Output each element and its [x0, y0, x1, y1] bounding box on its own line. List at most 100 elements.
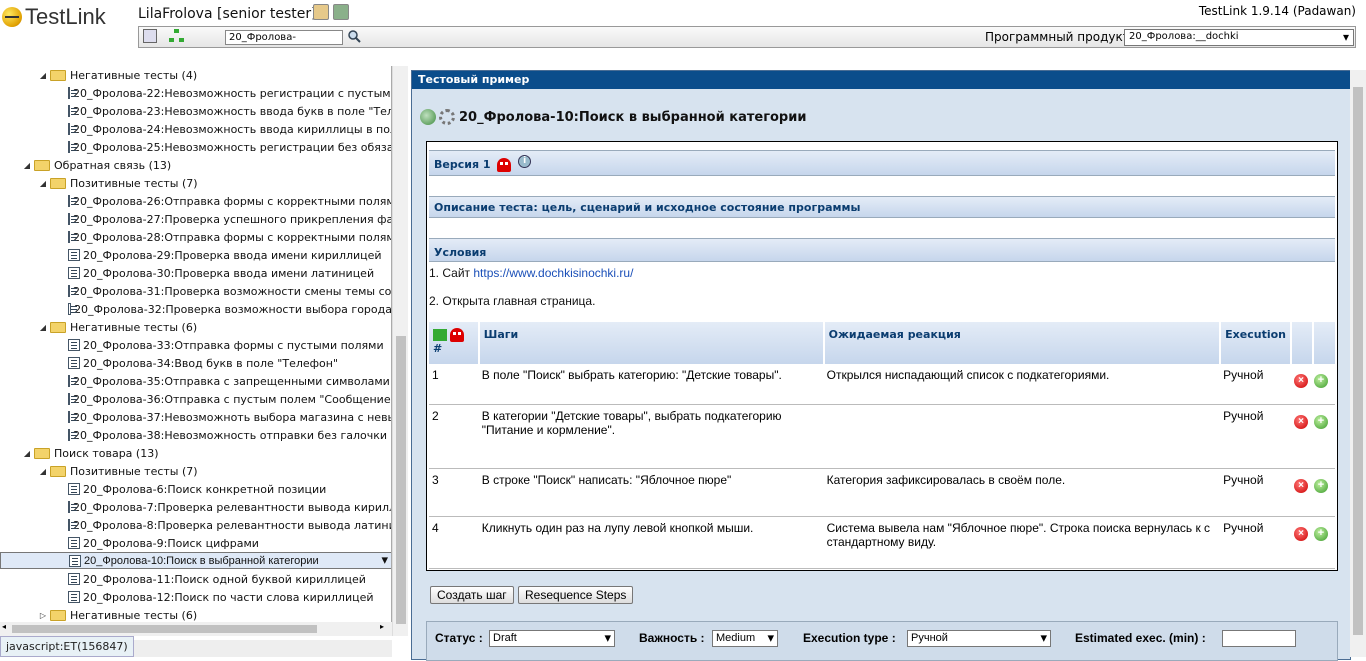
insert-step-icon[interactable]: +	[1314, 526, 1329, 541]
tree-testcase-label: 20_Фролова-26:Отправка формы с корректны…	[73, 194, 392, 208]
insert-step-icon[interactable]: +	[1314, 374, 1329, 388]
delete-step-icon[interactable]: ×	[1294, 414, 1309, 429]
tree-testcase-label: 20_Фролова-6:Поиск конкретной позиции	[83, 482, 327, 496]
execution-type-label: Execution type :	[803, 631, 896, 645]
expand-arrow-icon[interactable]: ◢	[22, 161, 32, 170]
tree-testcase[interactable]: 20_Фролова-33:Отправка формы с пустыми п…	[0, 336, 391, 354]
step-number: 2	[429, 404, 479, 469]
step-expected: Открылся ниспадающий список с подкатегор…	[823, 364, 1221, 405]
tree-folder-label: Позитивные тесты (7)	[70, 464, 198, 478]
info-icon[interactable]: i	[518, 154, 532, 168]
tree-testcase[interactable]: 20_Фролова-12:Поиск по части слова кирил…	[0, 588, 391, 606]
importance-select[interactable]: Medium	[712, 630, 778, 647]
tree-testcase[interactable]: 20_Фролова-29:Проверка ввода имени кирил…	[0, 246, 391, 264]
testcase-icon	[68, 141, 77, 153]
expand-arrow-icon[interactable]: ◢	[22, 449, 32, 458]
tree-testcase[interactable]: 20_Фролова-34:Ввод букв в поле "Телефон"	[0, 354, 391, 372]
site-link[interactable]: https://www.dochkisinochki.ru/	[473, 266, 633, 280]
testcase-icon	[68, 483, 80, 495]
tree-testcase[interactable]: 20_Фролова-9:Поиск цифрами	[0, 534, 391, 552]
ghost-icon[interactable]	[497, 158, 512, 172]
testcase-panel: Тестовый пример 20_Фролова-10:Поиск в вы…	[411, 70, 1351, 661]
folder-icon	[34, 447, 50, 459]
tree-testcase[interactable]: 20_Фролова-30:Проверка ввода имени латин…	[0, 264, 391, 282]
tree-vertical-scrollbar[interactable]	[392, 66, 408, 636]
tree-folder[interactable]: ◢ Негативные тесты (4)	[38, 66, 197, 84]
tree-testcase[interactable]: 20_Фролова-22:Невозможность регистрации …	[0, 84, 391, 102]
resequence-steps-button[interactable]: Resequence Steps	[518, 586, 634, 604]
tree-testcase-label: 20_Фролова-25:Невозможность регистрации …	[73, 140, 392, 154]
version-label: Версия 1	[434, 158, 491, 171]
tree-testcase-label: 20_Фролова-11:Поиск одной буквой кирилли…	[83, 572, 366, 586]
product-select[interactable]: 20_Фролова:__dochki	[1124, 29, 1354, 46]
execution-history-icon[interactable]	[420, 109, 436, 125]
testcase-icon	[68, 591, 80, 603]
status-select[interactable]: Draft	[489, 630, 615, 647]
tree-testcase[interactable]: 20_Фролова-28:Отправка формы с корректны…	[0, 228, 392, 246]
tree-testcase[interactable]: 20_Фролова-24:Невозможность ввода кирилл…	[0, 120, 391, 138]
logo-icon	[2, 7, 22, 27]
insert-step-icon[interactable]: +	[1314, 478, 1329, 493]
tree-testcase[interactable]: 20_Фролова-25:Невозможность регистрации …	[0, 138, 392, 156]
tree-testcase[interactable]: 20_Фролова-31:Проверка возможности смены…	[0, 282, 392, 300]
tree-testcase[interactable]: 20_Фролова-27:Проверка успешного прикреп…	[0, 210, 392, 228]
tree-testcase[interactable]: 20_Фролова-8:Проверка релевантности выво…	[0, 516, 391, 534]
tree-testcase-label: 20_Фролова-33:Отправка формы с пустыми п…	[83, 338, 384, 352]
expand-arrow-icon[interactable]: ◢	[38, 71, 48, 80]
expand-arrow-icon[interactable]: ◢	[38, 467, 48, 476]
testcase-icon	[68, 375, 77, 387]
col-number: #	[429, 322, 480, 364]
insert-step-icon[interactable]: +	[1314, 414, 1329, 429]
tree-testcase[interactable]: 20_Фролова-7:Проверка релевантности выво…	[0, 498, 391, 516]
tree-horizontal-scrollbar[interactable]: ◂ ▸	[0, 622, 392, 636]
search-icon[interactable]	[347, 29, 361, 43]
tree-folder[interactable]: ◢ Поиск товара (13)	[22, 444, 159, 462]
tree-folder[interactable]: ◢ Обратная связь (13)	[22, 156, 171, 174]
delete-step-icon[interactable]: ×	[1294, 478, 1309, 493]
execution-type-select[interactable]: Ручной	[907, 630, 1051, 647]
folder-icon	[50, 465, 66, 477]
tree-folder[interactable]: ◢ Позитивные тесты (7)	[38, 462, 198, 480]
home-icon[interactable]	[143, 29, 157, 43]
tree-testcase-label: 20_Фролова-27:Проверка успешного прикреп…	[73, 212, 392, 226]
tree-testcase[interactable]: 20_Фролова-32:Проверка возможности выбор…	[0, 300, 391, 318]
step-row: 2В категории "Детские товары", выбрать п…	[429, 404, 1335, 469]
tree-testcase-label: 20_Фролова-34:Ввод букв в поле "Телефон"	[83, 356, 339, 370]
tree-testcase[interactable]: 20_Фролова-35:Отправка с запрещенными си…	[0, 372, 391, 390]
tree-testcase[interactable]: 20_Фролова-23:Невозможность ввода букв в…	[0, 102, 391, 120]
tree-testcase[interactable]: 20_Фролова-37:Невозможнoть выбора магази…	[0, 408, 391, 426]
tree-testcase[interactable]: 20_Фролова-36:Отправка с пустым полем "С…	[0, 390, 392, 408]
tree-folder[interactable]: ◢ Негативные тесты (6)	[38, 318, 197, 336]
expand-arrow-icon[interactable]: ◢	[38, 179, 48, 188]
estimated-exec-input[interactable]	[1222, 630, 1296, 647]
tree-testcase-label: 20_Фролова-9:Поиск цифрами	[83, 536, 259, 550]
tree-testcase[interactable]: 20_Фролова-11:Поиск одной буквой кирилли…	[0, 570, 391, 588]
expand-arrow-icon[interactable]: ◢	[38, 323, 48, 332]
testcase-search-input[interactable]	[225, 30, 343, 45]
tree-folder-label: Негативные тесты (6)	[70, 320, 198, 334]
create-step-button[interactable]: Создать шаг	[430, 586, 514, 604]
tree-testcase-label: 20_Фролова-31:Проверка возможности смены…	[73, 284, 392, 298]
tree-folder[interactable]: ◢ Позитивные тесты (7)	[38, 174, 198, 192]
folder-icon	[50, 69, 66, 81]
ghost-icon	[450, 328, 464, 342]
personal-settings-icon[interactable]	[313, 4, 329, 20]
tree-testcase-label: 20_Фролова-36:Отправка с пустым полем "С…	[73, 392, 392, 406]
expand-arrow-icon[interactable]: ▷	[38, 611, 48, 620]
reorder-icon[interactable]	[433, 329, 447, 341]
tree-testcase[interactable]: 20_Фролова-38:Невозможность отправки без…	[0, 426, 391, 444]
delete-step-icon[interactable]: ×	[1294, 526, 1309, 541]
logout-icon[interactable]	[333, 4, 349, 20]
tree-testcase[interactable]: 20_Фролова-10:Поиск в выбранной категори…	[0, 552, 391, 569]
gear-icon[interactable]	[439, 109, 455, 125]
step-execution: Ручной	[1220, 364, 1292, 405]
delete-step-icon[interactable]: ×	[1294, 374, 1309, 388]
tree-icon[interactable]	[169, 29, 185, 43]
tree-testcase[interactable]: 20_Фролова-6:Поиск конкретной позиции	[0, 480, 391, 498]
condition-line-2: 2. Открыта главная страница.	[429, 294, 596, 308]
testcase-icon	[68, 501, 77, 513]
tree-testcase-label: 20_Фролова-28:Отправка формы с корректны…	[73, 230, 392, 244]
tree-testcase[interactable]: 20_Фролова-26:Отправка формы с корректны…	[0, 192, 392, 210]
testlink-logo[interactable]: TestLink	[2, 4, 106, 30]
main-vertical-scrollbar[interactable]	[1350, 70, 1366, 657]
